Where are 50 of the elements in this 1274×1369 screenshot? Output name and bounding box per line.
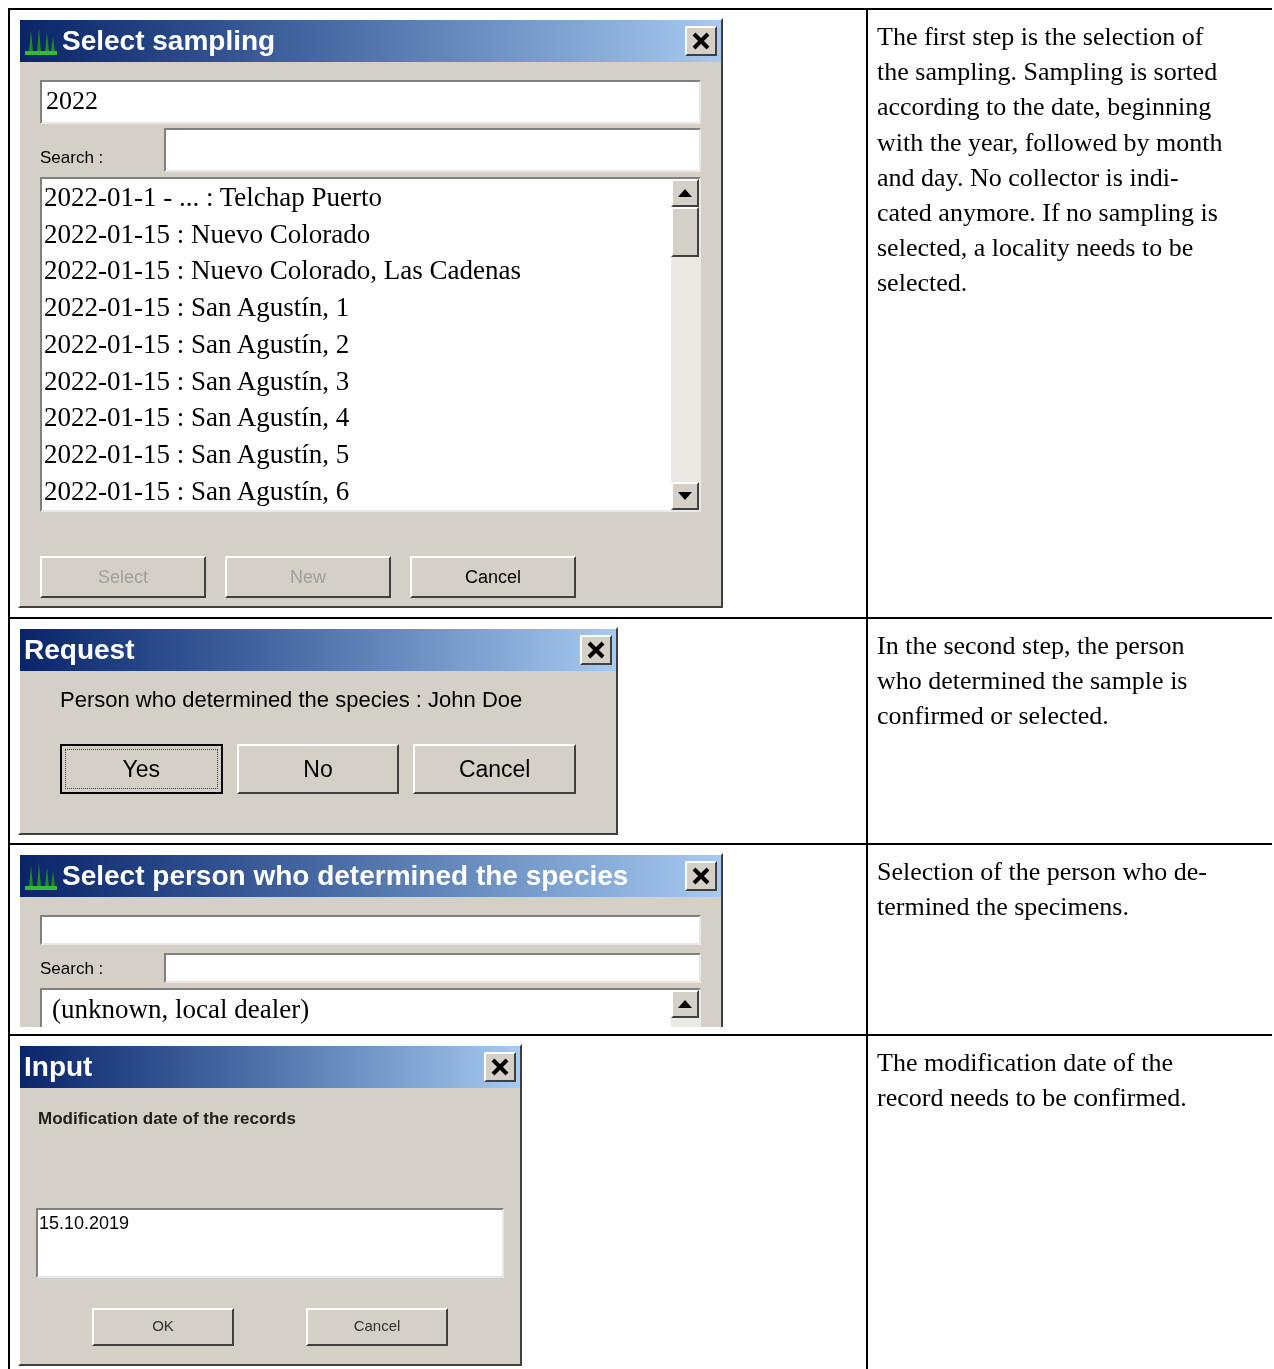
close-icon xyxy=(691,31,711,51)
list-item[interactable]: 2022-01-15 : San Agustín, 3 xyxy=(44,362,671,400)
prompt-label: Modification date of the records xyxy=(37,1108,297,1130)
input-field[interactable]: 15.10.2019 xyxy=(36,1207,504,1278)
close-icon xyxy=(691,866,711,886)
scroll-thumb[interactable] xyxy=(671,207,699,257)
dialog-button[interactable]: Yes xyxy=(60,744,223,794)
dialog-button[interactable]: Cancel xyxy=(410,556,576,598)
list-item[interactable]: 2022-01-15 : San Agustín, 5 xyxy=(44,435,671,473)
search-field[interactable] xyxy=(164,953,701,983)
list-item[interactable]: (unknown, local dealer) xyxy=(52,991,671,1027)
description-text: The modification date of the record needs to be confirmed. xyxy=(877,1047,1188,1115)
scrollbar[interactable] xyxy=(671,990,699,1027)
list-item[interactable]: 2022-01-1 - ... : Telchap Puerto xyxy=(44,179,671,216)
dialog-button[interactable]: Cancel xyxy=(413,744,576,794)
text-field[interactable] xyxy=(40,915,701,945)
search-label: Search : xyxy=(40,957,105,980)
search-field[interactable] xyxy=(164,128,701,172)
window-title: Select person who determined the species xyxy=(62,859,630,893)
list-item[interactable]: 2022-01-15 : San Agustín, 2 xyxy=(44,325,671,363)
text-field[interactable]: 2022 xyxy=(40,80,701,124)
scroll-down-button[interactable] xyxy=(671,482,699,510)
list-item[interactable]: 2022-01-15 : Nuevo Colorado, Las Cadenas xyxy=(44,252,671,290)
close-icon xyxy=(490,1057,510,1077)
list-item[interactable]: 2022-01-15 : San Agustín, 6 xyxy=(44,472,671,510)
list-item[interactable]: 2022-01-15 : San Agustín, 4 xyxy=(44,399,671,436)
close-button[interactable] xyxy=(685,26,717,56)
window-title: Input xyxy=(24,1050,94,1084)
description-text: In the second step, the person who determined the sample is confirmed or selected. xyxy=(877,630,1189,733)
list-item[interactable]: 2022-01-15 : Nuevo Colorado xyxy=(44,215,671,253)
list-item[interactable]: 2022-01-15 : San Agustín, 1 xyxy=(44,289,671,326)
description-text: Selection of the person who de- termined the specimens. xyxy=(877,856,1208,924)
close-button[interactable] xyxy=(580,635,612,665)
window-title: Request xyxy=(24,633,136,667)
scrollbar[interactable] xyxy=(671,179,699,510)
dialog-button[interactable]: OK xyxy=(92,1307,234,1346)
close-button[interactable] xyxy=(484,1052,516,1082)
dialog-message: Person who determined the species : John Doe xyxy=(60,686,524,714)
dialog-button[interactable]: Cancel xyxy=(306,1307,448,1346)
search-label: Search : xyxy=(40,146,105,169)
scroll-up-button[interactable] xyxy=(671,179,699,207)
description-text: The first step is the selection of the sampling. Sampling is sorted according to the date, beginning with the year, followed by month and day. No collector is indi- cated anymore. If no sampling is selected, a locality needs to be selected. xyxy=(877,21,1224,300)
up-arrow-icon xyxy=(678,189,692,197)
dialog-button[interactable]: No xyxy=(236,744,400,794)
down-arrow-icon xyxy=(678,492,692,500)
up-arrow-icon xyxy=(678,1000,692,1008)
scroll-up-button[interactable] xyxy=(671,990,699,1018)
close-icon xyxy=(586,640,606,660)
close-button[interactable] xyxy=(685,861,717,891)
window-title: Select sampling xyxy=(62,24,277,58)
